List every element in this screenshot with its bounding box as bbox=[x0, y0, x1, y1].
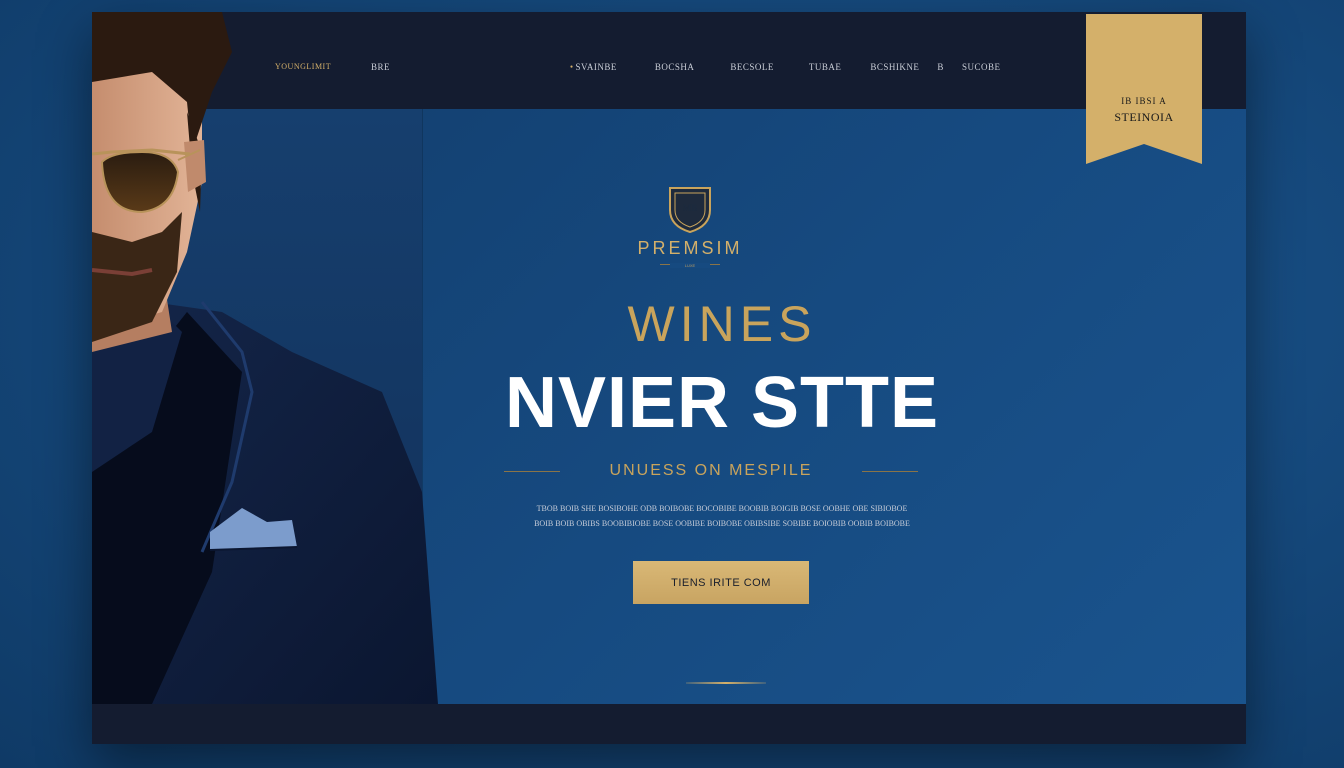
badge-line-1: IB IBSI A bbox=[1121, 96, 1167, 106]
premium-label: PREMSIM bbox=[637, 238, 743, 258]
bottom-bar bbox=[92, 704, 1246, 744]
nav-item-7[interactable]: SUCOBE bbox=[962, 62, 1001, 72]
premium-sub-label: LUXE bbox=[670, 263, 710, 268]
tagline-rule-right bbox=[862, 471, 918, 472]
website-mockup: YOUNGLIMIT BRE SVAINBE BOCSHA BECSOLE TU… bbox=[92, 12, 1246, 744]
nav-item-5[interactable]: BCSHIKNE bbox=[870, 62, 919, 72]
hero-description-line-2: BOIB BOIB OBIBS BOOBIBIOBE BOSE OOBIBE B… bbox=[534, 519, 910, 528]
tagline-rule-left bbox=[504, 471, 560, 472]
slide-indicator[interactable] bbox=[686, 682, 766, 684]
nav-menu: SVAINBE BOCSHA BECSOLE TUBAE BCSHIKNE B … bbox=[570, 62, 1000, 72]
nav-item-1[interactable]: SVAINBE bbox=[570, 62, 617, 72]
cta-button[interactable]: TIENS IRITE COM bbox=[633, 561, 809, 604]
hero-tagline: UNUESS ON MESPILE bbox=[609, 462, 813, 479]
nav-item-4[interactable]: TUBAE bbox=[809, 62, 842, 72]
nav-item-2[interactable]: BOCSHA bbox=[655, 62, 695, 72]
hero-description-line-1: TBOB BOIB SHE BOSIBOHE ODB BOIBOBE BOCOB… bbox=[536, 504, 908, 513]
crest-letters: MB bbox=[682, 203, 698, 213]
nav-item-3[interactable]: BECSOLE bbox=[730, 62, 774, 72]
nav-item-6[interactable]: B bbox=[937, 62, 944, 72]
model-photo bbox=[92, 12, 438, 704]
hero-title-line-2: NVIER STTE bbox=[504, 363, 940, 443]
badge-line-2: STEINOIA bbox=[1114, 110, 1174, 124]
hero-title-line-1: WINES bbox=[627, 296, 817, 352]
ribbon-badge bbox=[1086, 14, 1202, 164]
